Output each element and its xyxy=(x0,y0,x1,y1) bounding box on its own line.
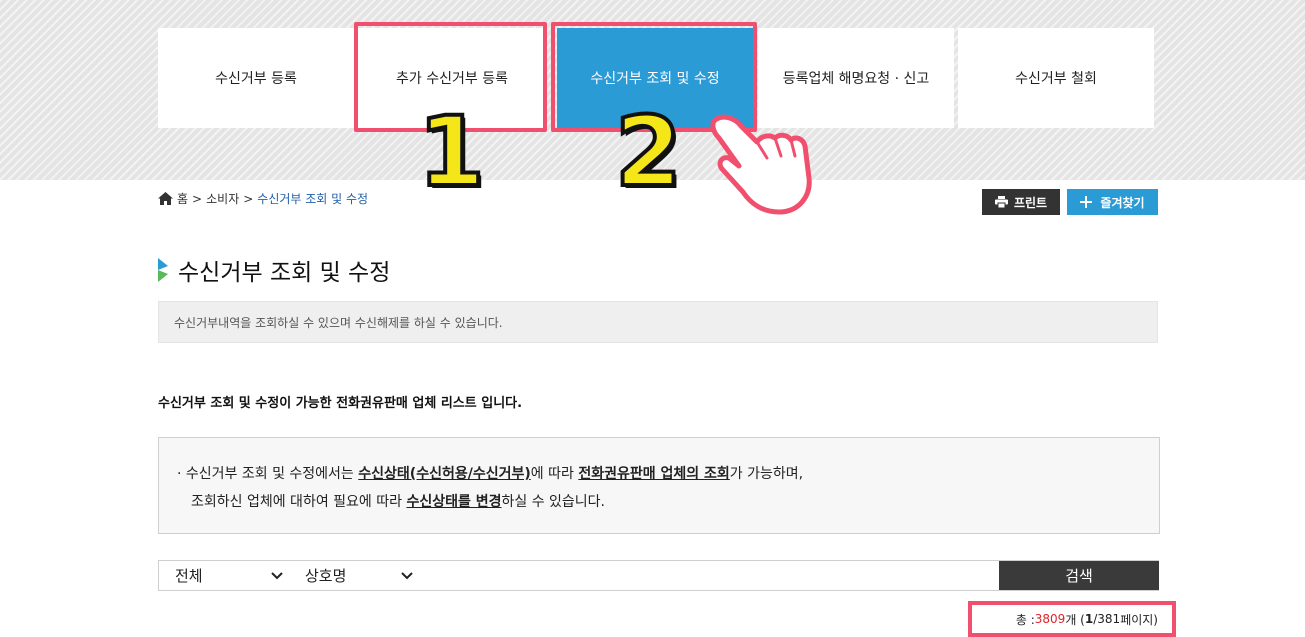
info-emphasis: 수신상태를 변경 xyxy=(406,494,502,510)
print-button[interactable]: 프린트 xyxy=(982,189,1060,215)
tab-label: 등록업체 해명요청 · 신고 xyxy=(782,71,930,87)
plus-icon xyxy=(1080,196,1093,208)
annotation-number-1: 1 xyxy=(416,96,487,208)
field-filter-value: 상호명 xyxy=(305,567,347,585)
total-unit: 개 ( xyxy=(1065,612,1085,627)
status-filter-value: 전체 xyxy=(175,567,203,585)
page-title: 수신거부 조회 및 수정 xyxy=(158,255,391,286)
info-line-1: · 수신거부 조회 및 수정에서는 수신상태(수신허용/수신거부)에 따라 전화… xyxy=(177,460,1159,488)
list-subheading: 수신거부 조회 및 수정이 가능한 전화권유판매 업체 리스트 입니다. xyxy=(158,396,523,411)
tab-register[interactable]: 수신거부 등록 xyxy=(158,28,354,128)
total-count-box: 총 : 3809 개 (1 / 381 페이지) xyxy=(968,601,1176,637)
info-text: 조회하신 업체에 대하여 필요에 따라 xyxy=(191,494,407,510)
info-text: 수신거부 조회 및 수정에서는 xyxy=(185,466,359,482)
info-emphasis: 수신상태(수신허용/수신거부) xyxy=(358,466,531,482)
search-input[interactable] xyxy=(429,563,993,589)
info-box: · 수신거부 조회 및 수정에서는 수신상태(수신허용/수신거부)에 따라 전화… xyxy=(158,437,1160,534)
page-suffix: 페이지) xyxy=(1120,612,1158,627)
title-marker-icon xyxy=(158,258,168,282)
bullet: · xyxy=(177,466,182,482)
home-icon xyxy=(158,192,173,205)
total-prefix: 총 : xyxy=(1015,612,1035,627)
tab-withdraw[interactable]: 수신거부 철회 xyxy=(958,28,1154,128)
field-filter-select[interactable]: 상호명 xyxy=(305,561,415,590)
info-text: 에 따라 xyxy=(530,466,579,482)
info-emphasis: 전화권유판매 업체의 조회 xyxy=(578,466,730,482)
tab-label: 수신거부 철회 xyxy=(1015,71,1097,87)
breadcrumb-separator: > xyxy=(192,191,203,206)
breadcrumb-current: 수신거부 조회 및 수정 xyxy=(257,192,369,206)
page-total: 381 xyxy=(1097,612,1121,626)
chevron-down-icon xyxy=(271,571,283,579)
breadcrumb: 홈 > 소비자 > 수신거부 조회 및 수정 xyxy=(158,190,368,207)
tab-label: 수신거부 등록 xyxy=(215,71,297,87)
breadcrumb-consumer[interactable]: 소비자 xyxy=(206,190,239,207)
chevron-down-icon xyxy=(401,571,413,579)
search-button[interactable]: 검색 xyxy=(999,561,1159,590)
page-title-text: 수신거부 조회 및 수정 xyxy=(178,260,391,286)
favorite-label: 즐겨찾기 xyxy=(1100,195,1145,210)
info-text: 가 가능하며, xyxy=(729,466,804,482)
annotation-number-2: 2 xyxy=(613,96,684,208)
breadcrumb-separator: > xyxy=(243,191,254,206)
status-filter-select[interactable]: 전체 xyxy=(175,561,285,590)
breadcrumb-home[interactable]: 홈 xyxy=(177,190,188,207)
info-line-2: 조회하신 업체에 대하여 필요에 따라 수신상태를 변경하실 수 있습니다. xyxy=(177,488,1159,516)
intro-box: 수신거부내역을 조회하실 수 있으며 수신해제를 하실 수 있습니다. xyxy=(158,301,1158,343)
search-button-label: 검색 xyxy=(1065,567,1093,585)
print-label: 프린트 xyxy=(1013,195,1048,210)
total-count: 3809 xyxy=(1034,612,1066,626)
page-current: 1 xyxy=(1084,612,1094,626)
pointing-hand-icon xyxy=(710,114,812,215)
favorite-button[interactable]: 즐겨찾기 xyxy=(1067,189,1158,215)
intro-text: 수신거부내역을 조회하실 수 있으며 수신해제를 하실 수 있습니다. xyxy=(174,315,503,330)
printer-icon xyxy=(994,196,1008,208)
info-text: 하실 수 있습니다. xyxy=(501,494,606,510)
